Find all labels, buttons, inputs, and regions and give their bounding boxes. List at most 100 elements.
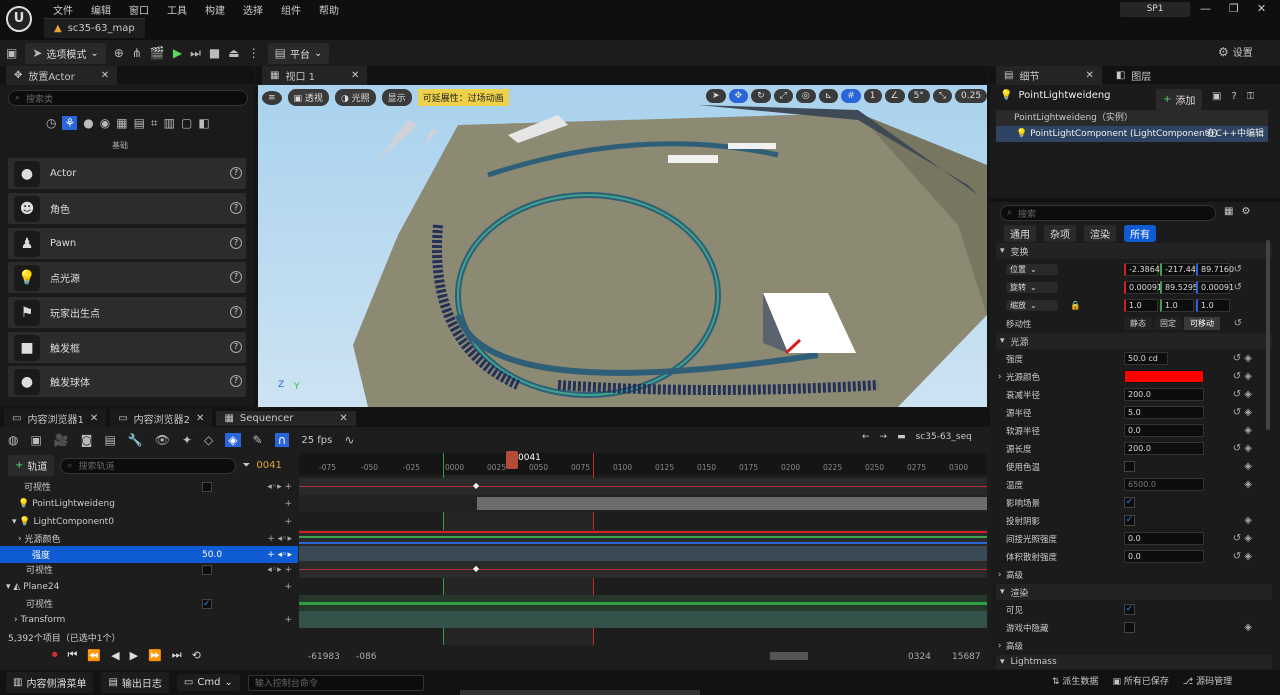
expand-icon[interactable]: ›: [998, 372, 1001, 382]
console-input[interactable]: 输入控制台命令: [247, 674, 424, 691]
recent-icon[interactable]: ◷: [46, 116, 56, 130]
map-tab[interactable]: ▲ sc35-63_map: [44, 18, 145, 38]
add-track-button[interactable]: + 轨道: [8, 455, 55, 476]
actor-item-trigger-sphere[interactable]: ● 触发球体?: [8, 366, 246, 397]
scale-x-field[interactable]: 1.0: [1124, 299, 1158, 312]
reset-icon[interactable]: ↺: [1234, 264, 1242, 275]
color-track-bar[interactable]: [299, 530, 987, 547]
advanced-row[interactable]: › 高级: [996, 566, 1272, 583]
sp-badge[interactable]: SP1: [1120, 2, 1190, 17]
cast-shadows-checkbox[interactable]: ✓: [1124, 515, 1135, 526]
hidden-in-game-checkbox[interactable]: [1124, 622, 1135, 633]
gear-icon[interactable]: ⚙: [1241, 206, 1250, 217]
add-icon[interactable]: +: [284, 615, 292, 625]
play-range-start[interactable]: -086: [356, 652, 376, 662]
grid-view-icon[interactable]: ▦: [1224, 206, 1233, 217]
play-icon[interactable]: ▶: [130, 649, 138, 662]
help-icon[interactable]: ?: [230, 237, 242, 249]
track-row[interactable]: 可视性 ◂◦▸ +: [0, 561, 298, 578]
jump-end-icon[interactable]: ⏭: [172, 648, 182, 662]
menu-edit[interactable]: 编辑: [82, 0, 120, 17]
scale-tool-icon[interactable]: ⤢: [773, 89, 793, 103]
basic-category-icon[interactable]: ⚘: [62, 116, 78, 130]
perspective-button[interactable]: ▣ 透视: [287, 89, 329, 106]
settings-icon[interactable]: ▤: [104, 433, 115, 447]
geometry-icon[interactable]: ▢: [181, 116, 192, 130]
reset-icon[interactable]: ↺ ◈: [1233, 443, 1252, 454]
fps-dropdown[interactable]: 25 fps: [301, 435, 332, 446]
keyframe-icon[interactable]: ◈: [1244, 515, 1252, 526]
lightmass-section[interactable]: ▾ Lightmass: [996, 655, 1272, 669]
level-viewport[interactable]: Z Y ≡ ▣ 透视 ◑ 光照 显示 可延展性：过场动画 ➤ ✥ ↻ ⤢ ◎ ⊾…: [258, 85, 987, 407]
help-icon[interactable]: ?: [1231, 91, 1236, 102]
expand-icon[interactable]: ›: [18, 534, 22, 544]
world-icon[interactable]: ◍: [8, 433, 18, 447]
section-bar[interactable]: [477, 497, 987, 510]
view-range-end[interactable]: 15687: [952, 652, 981, 662]
reset-icon[interactable]: ↺ ◈: [1233, 551, 1252, 562]
source-control-button[interactable]: ⎇ 源码管理: [1183, 674, 1232, 687]
track-row[interactable]: ▾ ◭ Plane24 +: [0, 578, 298, 595]
maximize-icon[interactable]: ❐: [1229, 2, 1239, 15]
viewport-tab[interactable]: ▦ 视口 1 ✕: [262, 66, 368, 85]
prev-frame-icon[interactable]: ◀: [111, 649, 119, 662]
transform-track-bar[interactable]: [299, 611, 987, 628]
content-drawer-button[interactable]: ▥ 内容侧滑菜单: [6, 672, 94, 693]
advanced2-row[interactable]: › 高级: [996, 637, 1272, 654]
component-tree-child[interactable]: 💡 PointLightComponent (LightComponent0) 在…: [996, 126, 1268, 142]
rotation-z-field[interactable]: 0.00091: [1196, 281, 1234, 294]
rotation-y-field[interactable]: 89.5295: [1160, 281, 1198, 294]
forward-arrow-icon[interactable]: →: [880, 432, 888, 442]
all-classes-icon[interactable]: ▥: [164, 116, 175, 130]
actor-search-input[interactable]: ⌕ 搜索类: [8, 90, 248, 106]
menu-build[interactable]: 构建: [196, 0, 234, 17]
actor-name[interactable]: PointLightweideng: [1018, 90, 1110, 101]
reset-icon[interactable]: ↺ ◈: [1233, 389, 1252, 400]
details-search-input[interactable]: ⌕ 搜索: [1000, 205, 1216, 221]
select-mode-dropdown[interactable]: ➤ 选项模式 ⌄: [25, 42, 106, 64]
playback-icon[interactable]: ✦: [182, 433, 192, 447]
actor-item-character[interactable]: ☻ 角色?: [8, 193, 246, 224]
platform-dropdown[interactable]: ▤ 平台 ⌄: [267, 42, 330, 64]
jump-start-icon[interactable]: ⏮: [68, 648, 78, 662]
actor-item-point-light[interactable]: 💡 点光源?: [8, 262, 246, 293]
light-section[interactable]: ▾ 光源: [996, 333, 1272, 349]
help-icon[interactable]: ?: [230, 202, 242, 214]
mobility-static[interactable]: 静态: [1124, 317, 1152, 330]
all-saved-button[interactable]: ▣ 所有已保存: [1112, 674, 1168, 687]
world-space-icon[interactable]: ◎: [795, 89, 816, 103]
track-row[interactable]: › 光源颜色 + ◂◦▸: [0, 530, 298, 547]
lights-category-icon[interactable]: ●: [83, 116, 93, 130]
track-row[interactable]: 可视性 ◂◦▸ +: [0, 478, 298, 495]
location-x-field[interactable]: -2.3864: [1124, 263, 1160, 276]
timeline-scrollbar[interactable]: [770, 652, 808, 660]
lock-icon[interactable]: 🔒: [1070, 301, 1081, 311]
next-frame-icon[interactable]: ⏩: [148, 649, 162, 662]
help-icon[interactable]: ?: [230, 341, 242, 353]
shapes-category-icon[interactable]: ◉: [100, 116, 110, 130]
step-icon[interactable]: ⏭: [190, 46, 201, 60]
render-section[interactable]: ▾ 渲染: [996, 584, 1272, 600]
details-tab[interactable]: ▤ 细节 ✕: [996, 65, 1102, 85]
keyframe-icon[interactable]: ◆: [473, 481, 479, 490]
reset-icon[interactable]: ↺ ◈: [1233, 371, 1252, 382]
reset-icon[interactable]: ↺ ◈: [1233, 533, 1252, 544]
transform-section[interactable]: ▾ 变换: [996, 243, 1272, 259]
misc-icon[interactable]: ◧: [198, 116, 209, 130]
add-icon[interactable]: +: [284, 517, 292, 527]
keyframe-icon[interactable]: ◈: [1244, 479, 1252, 490]
attenuation-field[interactable]: 200.0: [1124, 388, 1204, 401]
view-icon[interactable]: 👁: [155, 433, 170, 447]
mobility-movable[interactable]: 可移动: [1184, 317, 1220, 330]
plane-visibility-bar[interactable]: [299, 595, 987, 612]
filter-icon[interactable]: ⏷: [242, 460, 250, 471]
bottom-scrollbar[interactable]: [460, 690, 700, 695]
splitter[interactable]: [990, 198, 1280, 202]
track-row[interactable]: 可视性 ✓: [0, 595, 298, 612]
volumetric-field[interactable]: 0.0: [1124, 550, 1204, 563]
reset-icon[interactable]: ↺ ◈: [1233, 407, 1252, 418]
expand-icon[interactable]: ›: [14, 615, 18, 625]
visibility-track-bar[interactable]: ◆: [299, 478, 987, 495]
close-icon[interactable]: ✕: [339, 413, 347, 424]
close-icon[interactable]: ✕: [101, 70, 109, 81]
